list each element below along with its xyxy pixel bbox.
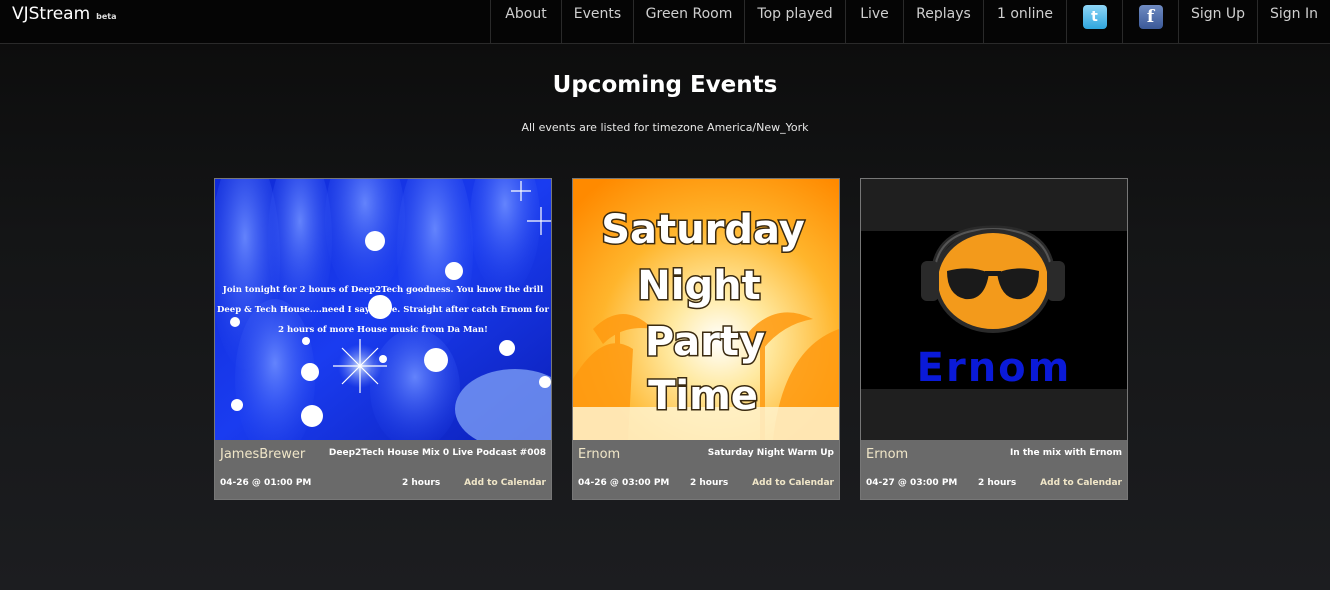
online-count: 1 online xyxy=(983,0,1066,44)
event-thumbnail[interactable]: Join tonight for 2 hours of Deep2Tech go… xyxy=(215,179,551,440)
ernom-logo-image: Ernom xyxy=(861,179,1127,440)
event-duration: 2 hours xyxy=(978,478,1017,488)
event-thumbnail[interactable]: Saturday Night Party Time xyxy=(573,179,839,440)
twitter-icon: t xyxy=(1082,5,1107,29)
event-title[interactable]: Saturday Night Warm Up xyxy=(708,448,834,458)
nav-live[interactable]: Live xyxy=(845,0,903,44)
page-title: Upcoming Events xyxy=(552,72,778,98)
event-title[interactable]: In the mix with Ernom xyxy=(1010,448,1122,458)
event-card[interactable]: Saturday Night Party Time Ernom Saturday… xyxy=(572,178,840,500)
brand-name[interactable]: VJStream xyxy=(12,4,90,24)
add-to-calendar-link[interactable]: Add to Calendar xyxy=(752,478,834,488)
brand[interactable]: VJStream beta xyxy=(12,4,117,24)
event-thumbnail[interactable]: Ernom xyxy=(861,179,1127,440)
beta-badge: beta xyxy=(96,12,117,21)
event-title[interactable]: Deep2Tech House Mix 0 Live Podcast #008 xyxy=(329,448,546,458)
nav-about[interactable]: About xyxy=(490,0,561,44)
event-artist[interactable]: Ernom xyxy=(578,447,620,462)
facebook-link[interactable]: f xyxy=(1122,0,1178,44)
image-line-3: Party xyxy=(645,319,765,365)
event-info: JamesBrewer Deep2Tech House Mix 0 Live P… xyxy=(215,440,551,499)
event-datetime: 04-26 @ 03:00 PM xyxy=(578,478,670,488)
nav-replays[interactable]: Replays xyxy=(903,0,983,44)
event-description-overlay: Join tonight for 2 hours of Deep2Tech go… xyxy=(217,285,549,335)
twitter-link[interactable]: t xyxy=(1066,0,1122,44)
event-artist[interactable]: JamesBrewer xyxy=(220,447,305,462)
sign-up-link[interactable]: Sign Up xyxy=(1178,0,1257,44)
saturday-night-party-time-image: Saturday Night Party Time xyxy=(573,179,839,440)
nav-top-played[interactable]: Top played xyxy=(744,0,845,44)
top-nav-bar: VJStream beta About Events Green Room To… xyxy=(0,0,1330,44)
event-info: Ernom In the mix with Ernom 04-27 @ 03:0… xyxy=(861,440,1127,499)
main-nav: About Events Green Room Top played Live … xyxy=(490,0,1330,44)
image-line-4: Time xyxy=(648,373,758,419)
event-card[interactable]: Join tonight for 2 hours of Deep2Tech go… xyxy=(214,178,552,500)
event-info: Ernom Saturday Night Warm Up 04-26 @ 03:… xyxy=(573,440,839,499)
event-artist[interactable]: Ernom xyxy=(866,447,908,462)
image-line-2: Night xyxy=(637,263,760,309)
nav-events[interactable]: Events xyxy=(561,0,633,44)
timezone-note: All events are listed for timezone Ameri… xyxy=(521,121,809,134)
nav-green-room[interactable]: Green Room xyxy=(633,0,744,44)
facebook-icon: f xyxy=(1138,5,1163,29)
event-duration: 2 hours xyxy=(690,478,729,488)
add-to-calendar-link[interactable]: Add to Calendar xyxy=(1040,478,1122,488)
sign-in-link[interactable]: Sign In xyxy=(1257,0,1330,44)
event-duration: 2 hours xyxy=(402,478,441,488)
image-line-1: Saturday xyxy=(601,207,805,253)
event-datetime: 04-26 @ 01:00 PM xyxy=(220,478,312,488)
add-to-calendar-link[interactable]: Add to Calendar xyxy=(464,478,546,488)
event-datetime: 04-27 @ 03:00 PM xyxy=(866,478,958,488)
event-card[interactable]: Ernom Ernom In the mix with Ernom 04-27 … xyxy=(860,178,1128,500)
ernom-logo-text: Ernom xyxy=(917,345,1072,391)
